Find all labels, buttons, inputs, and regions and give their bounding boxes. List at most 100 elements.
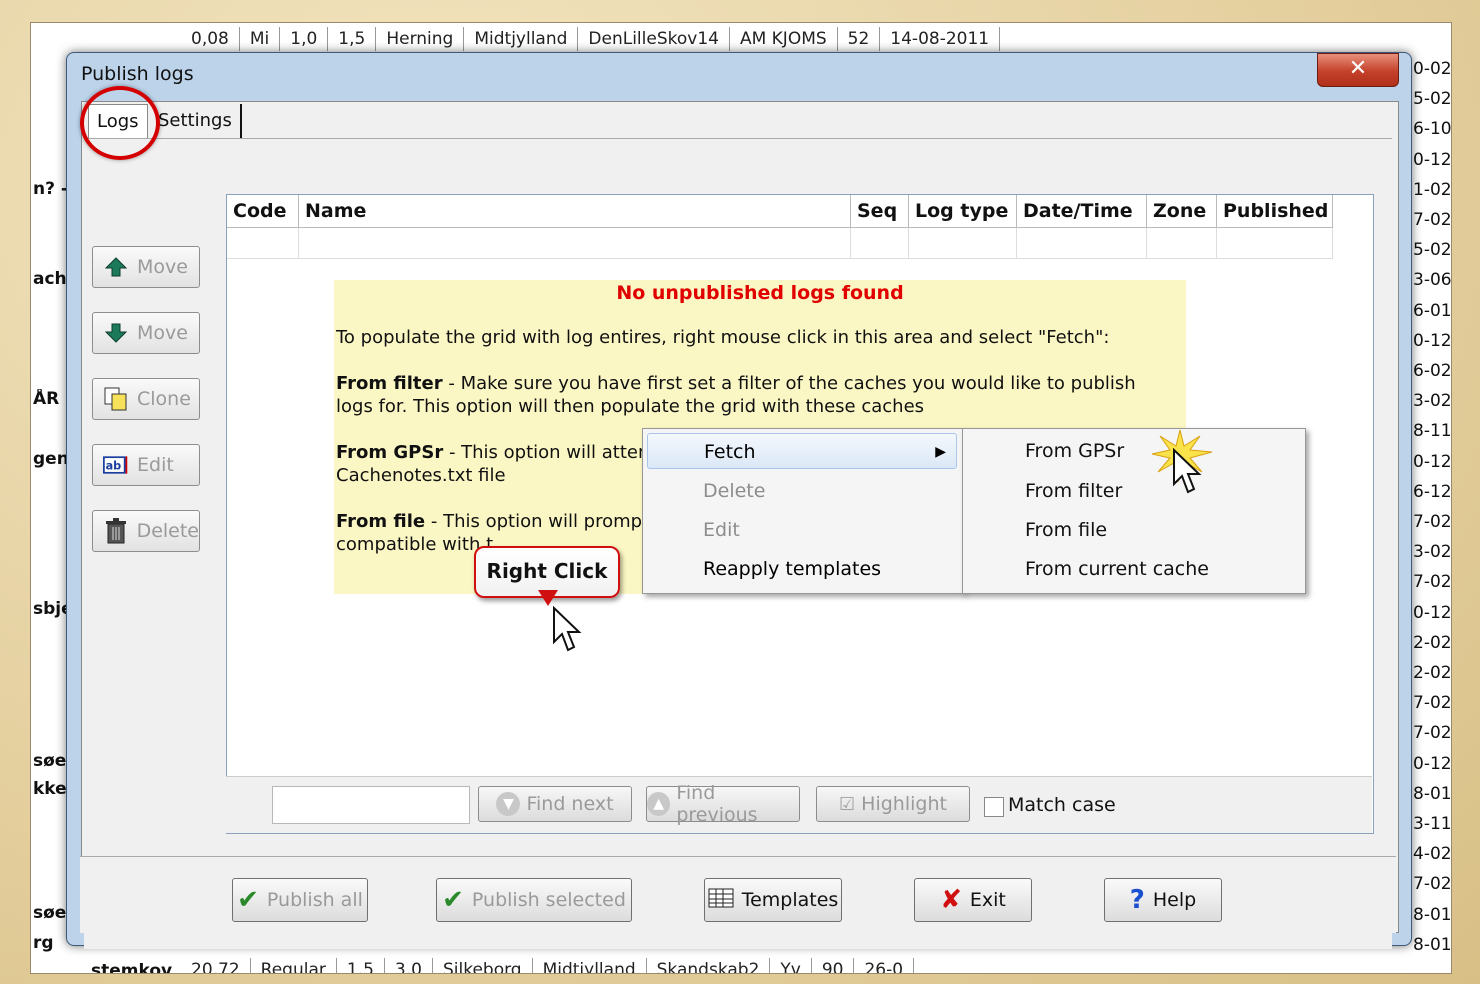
bg-right-text: 6-12-20 bbox=[1413, 481, 1452, 502]
bg-right-text: 4-02-20 bbox=[1413, 844, 1452, 865]
svg-text:ab: ab bbox=[106, 459, 122, 472]
mouse-cursor-icon bbox=[1172, 447, 1202, 500]
help-gpsr-text: - This option will attemp bbox=[443, 442, 667, 463]
bg-cell: Midtjylland bbox=[533, 958, 647, 973]
bg-right-text: 3-02- bbox=[1413, 542, 1452, 563]
no-logs-heading: No unpublished logs found bbox=[616, 282, 904, 304]
bg-right-text: 7-02 bbox=[1413, 723, 1452, 744]
bg-right-text: 0-12- bbox=[1413, 602, 1452, 623]
trash-icon bbox=[103, 518, 129, 544]
highlight-button[interactable]: ☑ Highlight bbox=[816, 786, 970, 822]
column-header-name[interactable]: Name bbox=[299, 195, 851, 227]
exit-label: Exit bbox=[969, 889, 1006, 911]
move-up-label: Move bbox=[137, 256, 188, 278]
help-label: Help bbox=[1152, 889, 1197, 911]
help-intro: To populate the grid with log entires, r… bbox=[336, 327, 1110, 348]
edit-label: Edit bbox=[137, 454, 174, 476]
match-case-label: Match case bbox=[1008, 794, 1116, 816]
bg-right-text: 3-06-20 bbox=[1413, 270, 1452, 291]
bg-right-text: 7-02-2 bbox=[1413, 874, 1452, 895]
column-header-zone[interactable]: Zone bbox=[1147, 195, 1217, 227]
menu-item-from-gpsr[interactable]: From GPSr bbox=[967, 433, 1297, 469]
help-button[interactable]: ? Help bbox=[1104, 878, 1222, 922]
bg-right-text: 6-10-2 bbox=[1413, 119, 1452, 140]
menu-item-reapply-templates[interactable]: Reapply templates bbox=[647, 551, 957, 587]
close-button[interactable]: ✕ bbox=[1317, 53, 1399, 87]
find-input[interactable] bbox=[272, 786, 470, 824]
exit-button[interactable]: ✘ Exit bbox=[914, 878, 1032, 922]
bg-right-text: 1-02-2 bbox=[1413, 179, 1452, 200]
bg-cell: AM KJOMS bbox=[730, 27, 838, 51]
bg-cell: 52 bbox=[838, 27, 881, 51]
bg-right-text: 6-01-20 bbox=[1413, 300, 1452, 321]
bg-cell: 20,72 bbox=[181, 958, 251, 973]
arrow-down-icon bbox=[103, 320, 129, 346]
bg-right-text: 7-02 bbox=[1413, 210, 1452, 230]
window-title: Publish logs bbox=[81, 63, 194, 85]
delete-button[interactable]: Delete bbox=[92, 510, 200, 552]
bg-cell: Yv bbox=[770, 958, 812, 973]
menu-item-fetch[interactable]: Fetch ▶ bbox=[647, 433, 957, 469]
table-icon bbox=[708, 887, 734, 914]
bg-right-text: 7-02-20 bbox=[1413, 572, 1452, 593]
highlight-icon: ☑ bbox=[839, 793, 856, 815]
help-filter-label: From filter bbox=[336, 373, 443, 394]
bg-cell: 1,5 bbox=[328, 27, 377, 51]
column-header-code[interactable]: Code bbox=[227, 195, 299, 227]
edit-button[interactable]: ab Edit bbox=[92, 444, 200, 486]
match-case-checkbox[interactable] bbox=[984, 797, 1004, 817]
bg-right-text: 0-12- bbox=[1413, 753, 1452, 774]
find-next-button[interactable]: ▼ Find next bbox=[478, 786, 632, 822]
arrow-down-circle-icon: ▼ bbox=[496, 792, 521, 816]
help-file-label: From file bbox=[336, 511, 426, 532]
menu-item-delete[interactable]: Delete bbox=[647, 473, 957, 509]
bg-cell: DenLilleSkov14 bbox=[578, 27, 730, 51]
move-down-button[interactable]: Move bbox=[92, 312, 200, 354]
bg-cell: Silkeborg bbox=[433, 958, 533, 973]
menu-item-edit[interactable]: Edit bbox=[647, 512, 957, 548]
grid-cell bbox=[1147, 228, 1217, 258]
move-down-label: Move bbox=[137, 322, 188, 344]
bg-right-text: 3-11-20 bbox=[1413, 814, 1452, 834]
menu-item-from-current-cache[interactable]: From current cache bbox=[967, 551, 1297, 587]
help-file-text: - This option will prompt y bbox=[425, 511, 666, 532]
menu-item-from-filter[interactable]: From filter bbox=[967, 473, 1297, 509]
column-header-published[interactable]: Published bbox=[1217, 195, 1333, 227]
templates-button[interactable]: Templates bbox=[704, 878, 842, 922]
grid-cell bbox=[1017, 228, 1147, 258]
clone-button[interactable]: Clone bbox=[92, 378, 200, 420]
clone-icon bbox=[103, 386, 129, 412]
table-row[interactable] bbox=[227, 228, 1333, 259]
menu-item-from-file[interactable]: From file bbox=[967, 512, 1297, 548]
column-header-date-time[interactable]: Date/Time bbox=[1017, 195, 1147, 227]
submenu-arrow-icon: ▶ bbox=[935, 444, 946, 460]
bg-right-text: 2-02- bbox=[1413, 663, 1452, 683]
move-up-button[interactable]: Move bbox=[92, 246, 200, 288]
bg-cell: Midtjylland bbox=[464, 27, 579, 51]
bg-cell: Skandskab2 bbox=[647, 958, 771, 973]
highlight-label: Highlight bbox=[861, 793, 947, 815]
checkmark-icon: ✔ bbox=[237, 885, 259, 915]
bg-right-text: 2-02-20 bbox=[1413, 632, 1452, 653]
column-header-log-type[interactable]: Log type bbox=[909, 195, 1017, 227]
x-icon: ✘ bbox=[940, 885, 962, 915]
grid-cell bbox=[1217, 228, 1333, 258]
column-header-seq[interactable]: Seq bbox=[851, 195, 909, 227]
callout-tail bbox=[538, 590, 558, 606]
bg-cell: 14-08-2011 bbox=[880, 27, 1001, 51]
publish-all-label: Publish all bbox=[266, 889, 363, 911]
checkmark-icon: ✔ bbox=[442, 885, 464, 915]
publish-all-button[interactable]: ✔ Publish all bbox=[232, 878, 368, 922]
publish-selected-button[interactable]: ✔ Publish selected bbox=[436, 878, 632, 922]
help-gpsr-label: From GPSr bbox=[336, 442, 444, 463]
grid-cell bbox=[299, 228, 851, 258]
grid-header: Code Name Seq Log type Date/Time Zone Pu… bbox=[227, 195, 1333, 228]
bg-right-text: 5-02-20 bbox=[1413, 240, 1452, 261]
bg-cell: 90 bbox=[812, 958, 855, 973]
clone-label: Clone bbox=[137, 388, 191, 410]
bg-cell: 3,0 bbox=[385, 958, 433, 973]
bg-right-text: 3-02 bbox=[1413, 391, 1452, 412]
tab-settings[interactable]: Settings bbox=[150, 104, 242, 138]
grid-cell bbox=[909, 228, 1017, 258]
find-previous-button[interactable]: ▲ Find previous bbox=[646, 782, 800, 826]
